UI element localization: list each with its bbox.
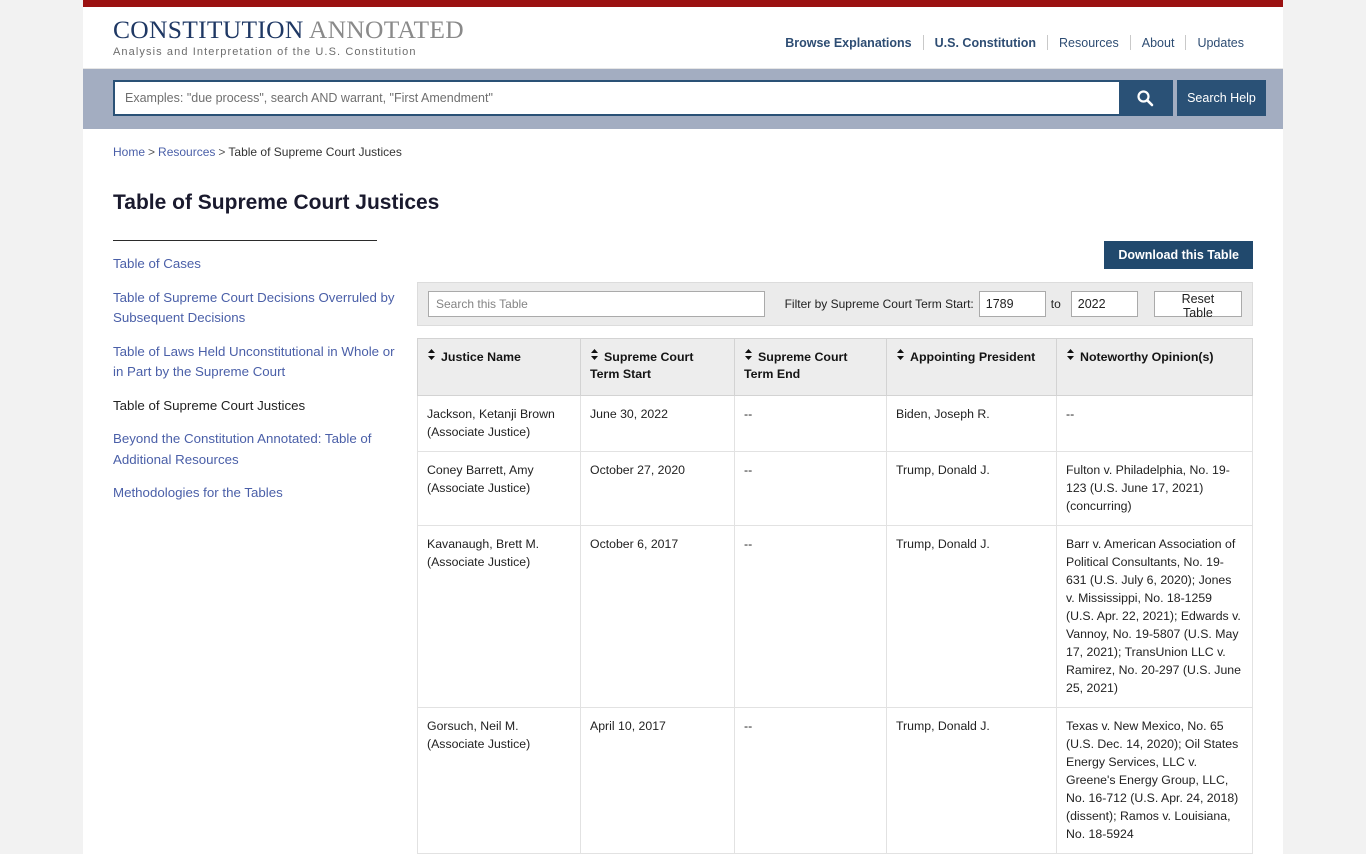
site-header: CONSTITUTION ANNOTATED Analysis and Inte… [83, 7, 1283, 69]
column-header-appointing-president[interactable]: Appointing President [886, 338, 1057, 396]
cell-term-end: -- [734, 451, 887, 526]
sidebar-item-table-of-cases[interactable]: Table of Cases [113, 254, 405, 275]
breadcrumb-separator: > [148, 145, 156, 159]
cell-term-start: October 6, 2017 [580, 525, 735, 708]
cell-noteworthy-opinions: Texas v. New Mexico, No. 65 (U.S. Dec. 1… [1056, 707, 1253, 854]
brand-title-word2: ANNOTATED [303, 15, 464, 44]
top-accent-bar [83, 0, 1283, 7]
column-header-noteworthy-opinions[interactable]: Noteworthy Opinion(s) [1056, 338, 1253, 396]
column-header-term-start[interactable]: Supreme Court Term Start [580, 338, 735, 396]
sidebar-item-additional-resources[interactable]: Beyond the Constitution Annotated: Table… [113, 429, 405, 470]
search-submit-button[interactable] [1119, 80, 1173, 116]
sidebar-item-laws-held-unconstitutional[interactable]: Table of Laws Held Unconstitutional in W… [113, 342, 405, 383]
table-header: Justice Name Supreme Court Term Start Su… [417, 338, 1253, 396]
term-start-input[interactable] [978, 291, 1046, 317]
column-header-label: Justice Name [441, 350, 521, 364]
justices-table: Justice Name Supreme Court Term Start Su… [417, 338, 1253, 854]
site-search-group: Search Help [113, 80, 1266, 116]
download-table-button[interactable]: Download this Table [1104, 241, 1253, 269]
sort-arrows-icon [896, 348, 905, 365]
content-area: Home > Resources > Table of Supreme Court Ju… [83, 129, 1283, 854]
search-icon [1137, 90, 1154, 107]
cell-appointing-president: Biden, Joseph R. [886, 395, 1057, 452]
sort-arrows-icon [590, 348, 599, 365]
cell-justice-name: Gorsuch, Neil M. (Associate Justice) [417, 707, 581, 854]
cell-term-end: -- [734, 395, 887, 452]
table-row: Kavanaugh, Brett M. (Associate Justice) … [417, 525, 1253, 708]
brand-title: CONSTITUTION ANNOTATED [113, 15, 464, 44]
nav-item-us-constitution[interactable]: U.S. Constitution [924, 36, 1047, 50]
nav-item-updates[interactable]: Updates [1186, 36, 1255, 50]
main-navigation: Browse Explanations U.S. Constitution Re… [774, 35, 1255, 50]
cell-appointing-president: Trump, Donald J. [886, 707, 1057, 854]
cell-term-end: -- [734, 707, 887, 854]
nav-item-about[interactable]: About [1131, 36, 1186, 50]
sidebar-item-methodologies[interactable]: Methodologies for the Tables [113, 483, 405, 504]
column-header-label: Appointing President [910, 350, 1036, 364]
nav-item-resources[interactable]: Resources [1048, 36, 1130, 50]
cell-appointing-president: Trump, Donald J. [886, 451, 1057, 526]
site-logo[interactable]: CONSTITUTION ANNOTATED Analysis and Inte… [113, 15, 464, 58]
table-search-input[interactable] [428, 291, 765, 317]
table-header-row: Justice Name Supreme Court Term Start Su… [417, 338, 1253, 396]
cell-appointing-president: Trump, Donald J. [886, 525, 1057, 708]
page-title: Table of Supreme Court Justices [113, 191, 440, 214]
table-row: Jackson, Ketanji Brown (Associate Justic… [417, 395, 1253, 452]
cell-justice-name: Coney Barrett, Amy (Associate Justice) [417, 451, 581, 526]
cell-term-start: April 10, 2017 [580, 707, 735, 854]
cell-justice-name: Kavanaugh, Brett M. (Associate Justice) [417, 525, 581, 708]
breadcrumb-resources[interactable]: Resources [158, 145, 215, 159]
page-container: CONSTITUTION ANNOTATED Analysis and Inte… [83, 0, 1283, 854]
breadcrumb-separator: > [218, 145, 226, 159]
cell-justice-name: Jackson, Ketanji Brown (Associate Justic… [417, 395, 581, 452]
brand-title-word1: CONSTITUTION [113, 15, 304, 44]
column-header-term-end[interactable]: Supreme Court Term End [734, 338, 887, 396]
cell-term-start: June 30, 2022 [580, 395, 735, 452]
two-column-layout: Table of Cases Table of Supreme Court De… [113, 241, 1253, 854]
download-row: Download this Table [417, 241, 1253, 269]
cell-noteworthy-opinions: Fulton v. Philadelphia, No. 19-123 (U.S.… [1056, 451, 1253, 526]
table-row: Coney Barrett, Amy (Associate Justice) O… [417, 451, 1253, 526]
column-header-label: Supreme Court Term Start [590, 350, 694, 381]
search-help-button[interactable]: Search Help [1177, 80, 1266, 116]
breadcrumb-current: Table of Supreme Court Justices [228, 145, 402, 159]
column-header-justice-name[interactable]: Justice Name [417, 338, 581, 396]
reset-table-button[interactable]: Reset Table [1153, 291, 1242, 320]
sort-arrows-icon [427, 348, 436, 365]
term-filter-label: Filter by Supreme Court Term Start: [784, 297, 974, 311]
sort-arrows-icon [744, 348, 753, 365]
resources-sidebar: Table of Cases Table of Supreme Court De… [113, 241, 405, 517]
term-range-to-label: to [1050, 297, 1061, 311]
cell-noteworthy-opinions: Barr v. American Association of Politica… [1056, 525, 1253, 708]
site-search-band: Search Help [83, 69, 1283, 129]
table-body: Jackson, Ketanji Brown (Associate Justic… [417, 395, 1253, 854]
sidebar-item-supreme-court-justices: Table of Supreme Court Justices [113, 397, 306, 413]
breadcrumb-home[interactable]: Home [113, 145, 145, 159]
table-row: Gorsuch, Neil M. (Associate Justice) Apr… [417, 707, 1253, 854]
table-toolbar: Filter by Supreme Court Term Start: to R… [417, 282, 1253, 326]
table-panel: Download this Table Filter by Supreme Co… [405, 241, 1253, 854]
search-input[interactable] [113, 80, 1119, 116]
cell-term-start: October 27, 2020 [580, 451, 735, 526]
cell-noteworthy-opinions: -- [1056, 395, 1253, 452]
column-header-label: Supreme Court Term End [744, 350, 848, 381]
column-header-label: Noteworthy Opinion(s) [1080, 350, 1214, 364]
sort-arrows-icon [1066, 348, 1075, 365]
sidebar-item-overruled-decisions[interactable]: Table of Supreme Court Decisions Overrul… [113, 288, 405, 329]
nav-item-browse-explanations[interactable]: Browse Explanations [774, 36, 922, 50]
cell-term-end: -- [734, 525, 887, 708]
brand-tagline: Analysis and Interpretation of the U.S. … [113, 45, 417, 58]
term-end-input[interactable] [1070, 291, 1138, 317]
breadcrumb: Home > Resources > Table of Supreme Court Ju… [113, 129, 1253, 159]
